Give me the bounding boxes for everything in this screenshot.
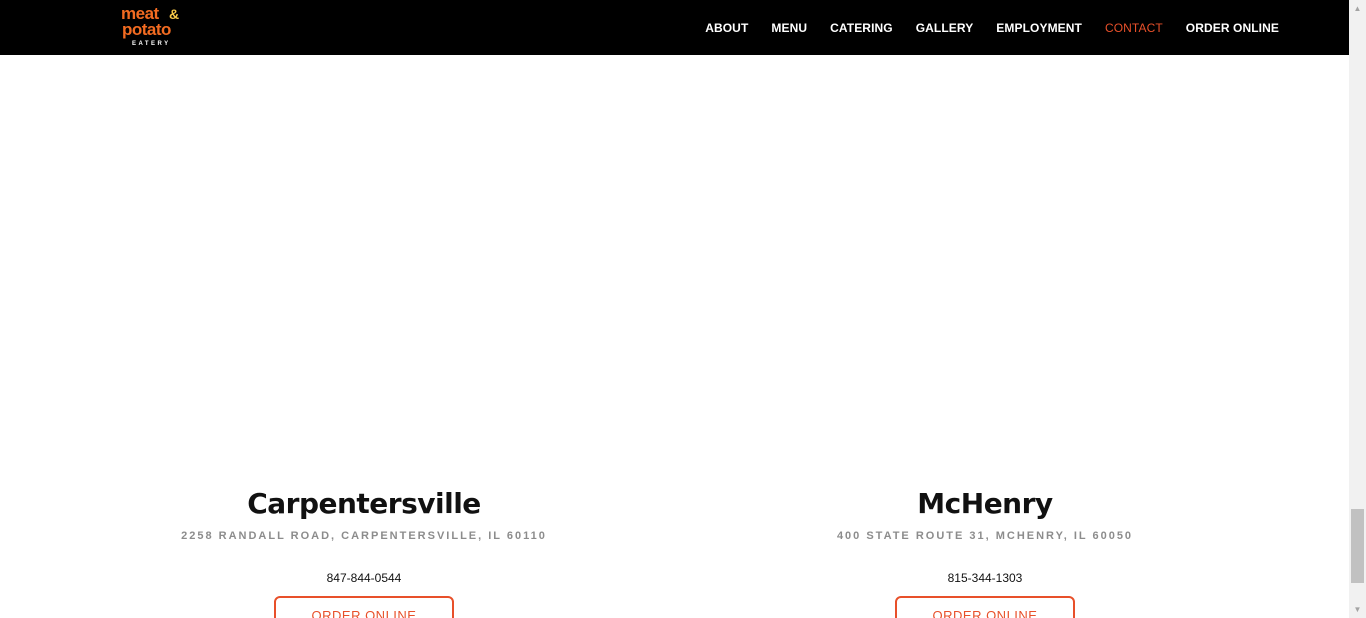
nav-order-online[interactable]: ORDER ONLINE <box>1186 21 1279 35</box>
nav-menu[interactable]: MENU <box>771 21 807 35</box>
location-name: McHenry <box>917 487 1053 520</box>
location-address: 2258 RANDALL ROAD, CARPENTERSVILLE, IL 6… <box>181 530 547 542</box>
location-phone[interactable]: 847-844-0544 <box>54 571 674 585</box>
vertical-scrollbar[interactable]: ▲ ▼ <box>1349 0 1366 618</box>
nav-employment[interactable]: EMPLOYMENT <box>996 21 1082 35</box>
order-online-button[interactable]: ORDER ONLINE <box>274 596 454 618</box>
nav-about[interactable]: ABOUT <box>705 21 748 35</box>
nav-gallery[interactable]: GALLERY <box>916 21 974 35</box>
order-online-button[interactable]: ORDER ONLINE <box>895 596 1075 618</box>
site-header: meat & potato EATERY ABOUT MENU CATERING… <box>0 0 1349 55</box>
scroll-up-icon[interactable]: ▲ <box>1349 0 1366 17</box>
nav-contact[interactable]: CONTACT <box>1105 21 1163 35</box>
nav-catering[interactable]: CATERING <box>830 21 893 35</box>
scrollbar-thumb[interactable] <box>1351 509 1364 583</box>
location-address: 400 STATE ROUTE 31, MCHENRY, IL 60050 <box>836 530 1134 542</box>
location-phone[interactable]: 815-344-1303 <box>675 571 1295 585</box>
logo-text-eatery: EATERY <box>132 41 171 47</box>
location-mchenry: McHenry 400 STATE ROUTE 31, MCHENRY, IL … <box>675 485 1295 618</box>
location-name: Carpentersville <box>247 487 481 520</box>
logo-ampersand: & <box>169 6 180 22</box>
main-nav: ABOUT MENU CATERING GALLERY EMPLOYMENT C… <box>705 0 1279 55</box>
scroll-down-icon[interactable]: ▼ <box>1349 601 1366 618</box>
logo-text-potato: potato <box>122 20 171 39</box>
location-carpentersville: Carpentersville 2258 RANDALL ROAD, CARPE… <box>54 485 674 618</box>
meat-and-potato-logo[interactable]: meat & potato EATERY <box>120 5 186 51</box>
